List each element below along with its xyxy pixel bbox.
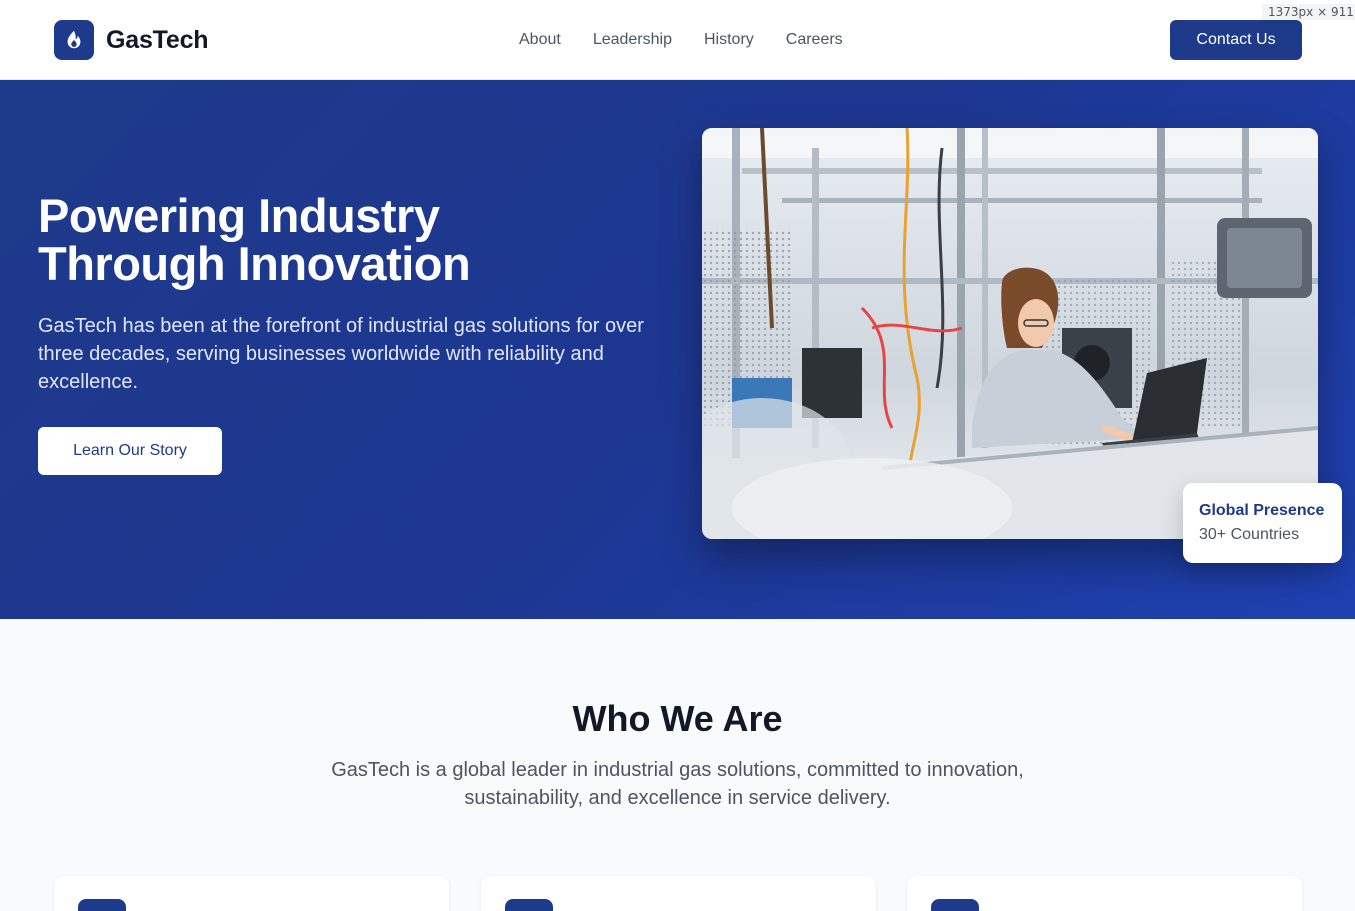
viewport-size-label: 1373px × 911px	[1262, 4, 1355, 20]
site-header: GasTech About Leadership History Careers…	[0, 0, 1355, 80]
nav-about[interactable]: About	[519, 30, 561, 50]
brand-logo[interactable]: GasTech	[54, 20, 209, 60]
hero-title-line1: Powering Industry	[38, 189, 440, 242]
brand-name: GasTech	[106, 25, 209, 54]
feature-icon	[505, 899, 553, 911]
hero-title-line2: Through Innovation	[38, 237, 471, 290]
feature-card	[481, 876, 876, 911]
feature-icon	[78, 899, 126, 911]
section-description: GasTech is a global leader in industrial…	[331, 759, 1024, 809]
hero-section: Powering Industry Through Innovation Gas…	[0, 80, 1355, 619]
feature-card	[907, 876, 1302, 911]
hero-photo-engineer-at-laptop	[702, 128, 1318, 539]
feature-card	[54, 876, 449, 911]
contact-us-button[interactable]: Contact Us	[1170, 20, 1302, 60]
hero-description: GasTech has been at the forefront of ind…	[38, 315, 644, 393]
hero-title: Powering Industry Through Innovation	[38, 192, 658, 288]
nav-careers[interactable]: Careers	[786, 30, 843, 50]
learn-our-story-button[interactable]: Learn Our Story	[38, 427, 222, 475]
feature-icon	[931, 899, 979, 911]
section-title: Who We Are	[572, 698, 783, 739]
badge-subtitle: 30+ Countries	[1199, 526, 1300, 543]
main-nav: About Leadership History Careers	[519, 30, 843, 50]
nav-history[interactable]: History	[704, 30, 754, 50]
flame-icon	[54, 20, 94, 60]
badge-title: Global Presence	[1199, 502, 1325, 519]
nav-leadership[interactable]: Leadership	[593, 30, 672, 50]
global-presence-badge: Global Presence 30+ Countries	[1183, 483, 1342, 563]
